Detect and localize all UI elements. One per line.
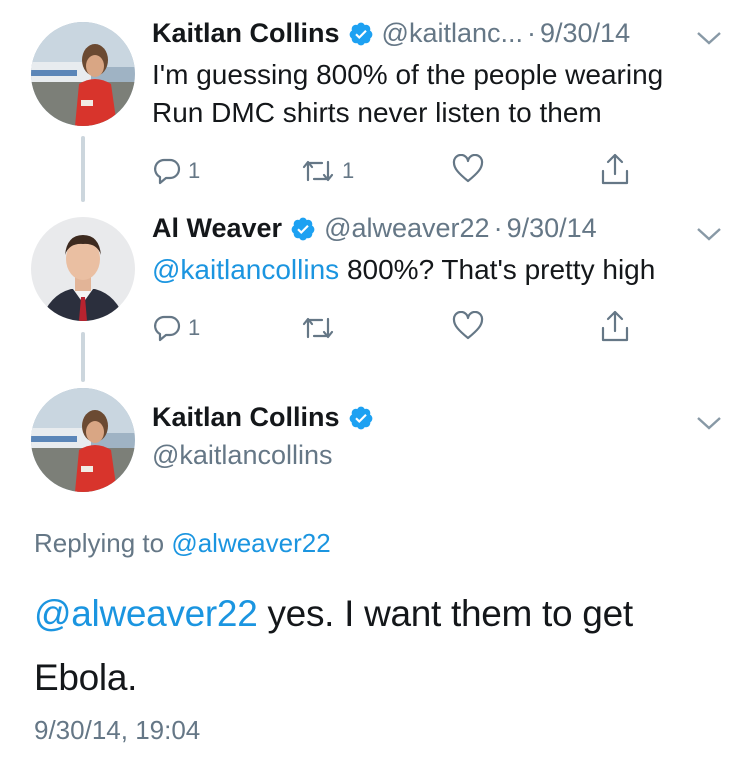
avatar-kaitlan-collins[interactable] [31,388,135,492]
reply-icon [154,158,181,185]
mention-link[interactable]: @kaitlancollins [152,254,339,285]
avatar-kaitlan-collins[interactable] [31,22,135,126]
author-handle[interactable]: @alweaver22 [324,213,490,244]
tweet-date[interactable]: 9/30/14 [540,18,630,49]
avatar-al-weaver[interactable] [31,217,135,321]
like-icon [452,311,484,340]
share-icon [601,153,629,185]
chevron-down-icon[interactable] [696,30,722,46]
retweet-button[interactable]: 1 [300,156,354,186]
verified-badge-icon [348,21,374,47]
tweet-3-text: @alweaver22 yes. I want them to get Ebol… [34,582,724,710]
author-name[interactable]: Kaitlan Collins [152,402,340,433]
mention-link[interactable]: @alweaver22 [34,593,258,634]
reply-count: 1 [188,158,201,183]
share-button[interactable] [599,309,631,343]
tweet-3-handle-row: @kaitlancollins [152,440,332,471]
replying-to: Replying to @alweaver22 [34,528,331,559]
like-icon [452,154,484,183]
tweet-2-body: 800%? That's pretty high [339,254,656,285]
verified-badge-icon [290,216,316,242]
chevron-down-icon[interactable] [696,415,722,431]
retweet-icon [302,317,334,339]
author-name[interactable]: Al Weaver [152,213,282,244]
author-handle[interactable]: @kaitlanc... [382,18,523,49]
retweet-icon [302,160,334,182]
tweet-date[interactable]: 9/30/14 [507,213,597,244]
share-icon [601,310,629,342]
author-handle[interactable]: @kaitlancollins [152,440,332,471]
tweet-2-text: @kaitlancollins 800%? That's pretty high [152,251,722,289]
tweet-3-name-row: Kaitlan Collins [152,402,382,433]
author-name[interactable]: Kaitlan Collins [152,18,340,49]
chevron-down-icon[interactable] [696,226,722,242]
tweet-1-text: I'm guessing 800% of the people wearing … [152,59,664,128]
thread-connector-2 [81,332,85,382]
replying-to-handle[interactable]: @alweaver22 [171,528,330,558]
replying-to-label: Replying to [34,528,172,558]
reply-count: 1 [188,315,201,340]
reply-button[interactable]: 1 [152,156,200,186]
share-button[interactable] [599,152,631,186]
like-button[interactable] [452,311,484,341]
separator: · [493,213,503,243]
reply-button[interactable]: 1 [152,313,200,343]
retweet-count: 1 [342,158,355,183]
verified-badge-icon [348,405,374,431]
tweet-1-header: Kaitlan Collins @kaitlanc... · 9/30/14 [152,18,630,49]
tweet-2-header: Al Weaver @alweaver22 · 9/30/14 [152,213,597,244]
tweet-timestamp[interactable]: 9/30/14, 19:04 [34,715,200,746]
retweet-button[interactable] [300,313,336,343]
thread-connector-1 [81,136,85,202]
reply-icon [154,315,181,342]
like-button[interactable] [452,154,484,184]
separator: · [527,18,536,48]
